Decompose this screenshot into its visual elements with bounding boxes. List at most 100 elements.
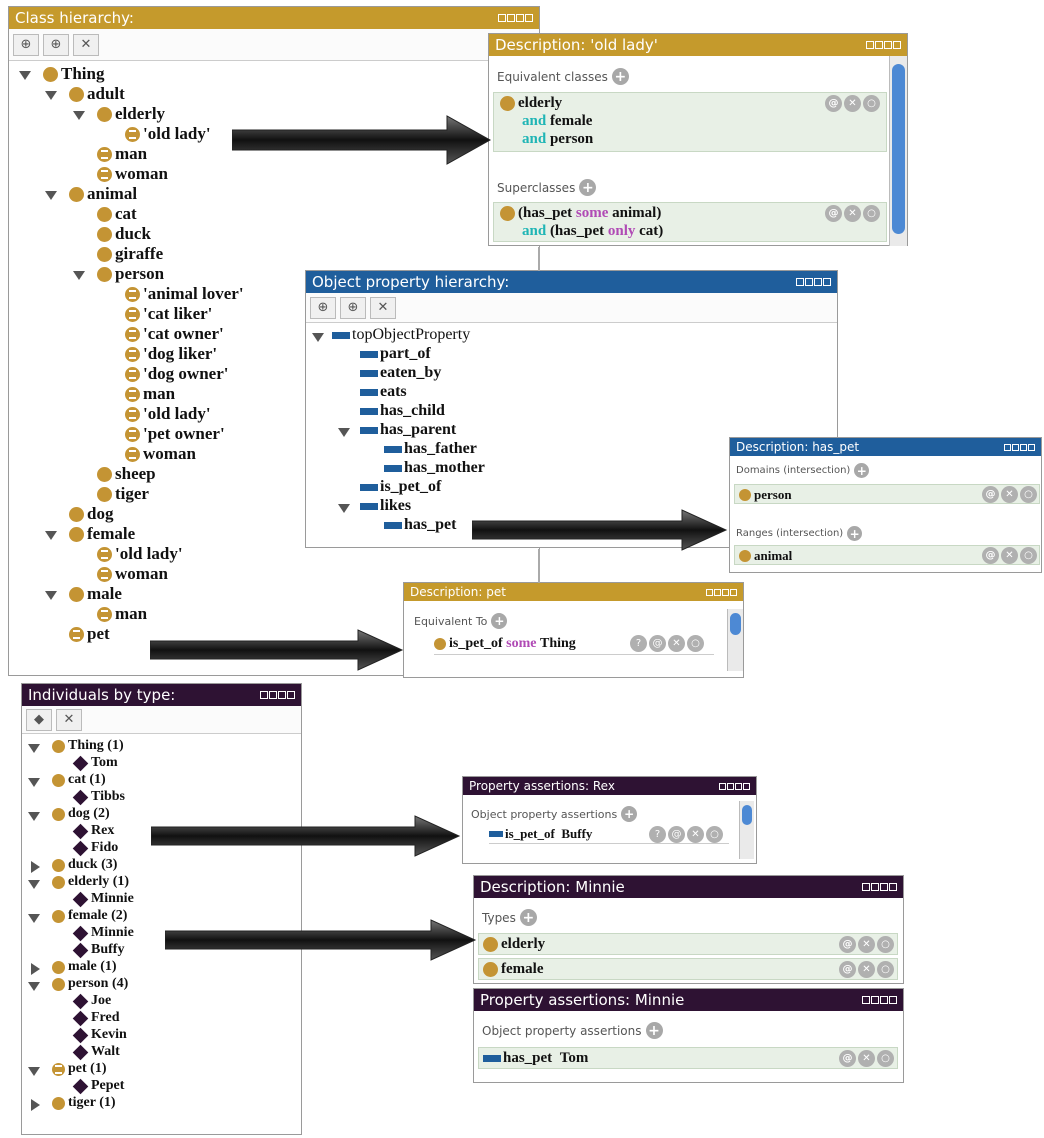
class-old-lady[interactable]: 'old lady' — [125, 124, 211, 144]
class-cat-liker[interactable]: 'cat liker' — [125, 304, 212, 324]
edit-icon[interactable]: ○ — [863, 95, 880, 112]
delete-icon[interactable]: ✕ — [844, 205, 861, 222]
edit-icon[interactable]: ○ — [877, 1050, 894, 1067]
edit-icon[interactable]: ○ — [877, 936, 894, 953]
annotate-icon[interactable]: @ — [649, 635, 666, 652]
superclass-expression[interactable]: (has_pet some animal) and (has_pet only … — [493, 202, 887, 242]
individual-tibbs[interactable]: Tibbs — [72, 789, 125, 805]
annotate-icon[interactable]: @ — [825, 95, 842, 112]
delete-icon[interactable]: ✕ — [668, 635, 685, 652]
property-eats[interactable]: eats — [360, 383, 407, 401]
edit-icon[interactable]: ○ — [687, 635, 704, 652]
add-assertion-icon[interactable]: + — [621, 806, 638, 822]
expand-triangle-icon[interactable] — [28, 744, 40, 753]
add-superclass-icon[interactable]: + — [579, 179, 597, 196]
expand-triangle-icon[interactable] — [45, 191, 57, 200]
class-woman[interactable]: woman — [97, 164, 168, 184]
annotate-icon[interactable]: @ — [839, 1050, 856, 1067]
class-man[interactable]: man — [97, 144, 147, 164]
class-pet[interactable]: pet — [69, 624, 110, 644]
collapse-triangle-icon[interactable] — [31, 861, 40, 873]
add-assertion-icon[interactable]: + — [645, 1022, 663, 1039]
class-adult[interactable]: adult — [69, 84, 125, 104]
individual-walt[interactable]: Walt — [72, 1044, 120, 1060]
property-has-parent[interactable]: has_parent — [360, 421, 456, 439]
individual-minnie[interactable]: Minnie — [72, 891, 134, 907]
property-has-pet[interactable]: has_pet — [384, 516, 456, 534]
add-subclass-icon[interactable]: ⊕ — [13, 33, 39, 56]
edit-icon[interactable]: ○ — [1020, 547, 1037, 564]
annotate-icon[interactable]: @ — [982, 547, 999, 564]
window-controls-icon[interactable] — [260, 691, 295, 699]
edit-icon[interactable]: ○ — [863, 205, 880, 222]
equivalent-class-expression[interactable]: elderly and female and person @ ✕ ○ — [493, 92, 887, 152]
annotate-icon[interactable]: @ — [668, 826, 685, 843]
edit-icon[interactable]: ○ — [877, 961, 894, 978]
add-sibling-icon[interactable]: ⊕ — [43, 33, 69, 56]
property-part-of[interactable]: part_of — [360, 345, 431, 363]
add-range-icon[interactable]: + — [847, 526, 863, 541]
type-female[interactable]: female (2) — [52, 908, 127, 924]
collapse-triangle-icon[interactable] — [31, 1099, 40, 1111]
scrollbar[interactable] — [739, 801, 754, 859]
class-dog-owner[interactable]: 'dog owner' — [125, 364, 228, 384]
window-controls-icon[interactable] — [862, 996, 897, 1004]
scroll-thumb[interactable] — [892, 64, 905, 234]
edit-icon[interactable]: ○ — [1020, 486, 1037, 503]
expand-triangle-icon[interactable] — [338, 428, 350, 437]
class-animal-lover[interactable]: 'animal lover' — [125, 284, 244, 304]
add-equivalent-icon[interactable]: + — [611, 68, 629, 85]
class-animal[interactable]: animal — [69, 184, 137, 204]
type-tiger[interactable]: tiger (1) — [52, 1095, 116, 1111]
scroll-thumb[interactable] — [742, 805, 752, 825]
class-giraffe[interactable]: giraffe — [97, 244, 163, 264]
property-is-pet-of[interactable]: is_pet_of — [360, 478, 441, 496]
individual-pepet[interactable]: Pepet — [72, 1078, 124, 1094]
type-duck[interactable]: duck (3) — [52, 857, 117, 873]
expand-triangle-icon[interactable] — [45, 91, 57, 100]
range-entry[interactable]: animal @ ✕ ○ — [734, 545, 1040, 565]
delete-icon[interactable]: ✕ — [858, 961, 875, 978]
window-controls-icon[interactable] — [796, 278, 831, 286]
assertion-entry[interactable]: has_pet Tom @ ✕ ○ — [478, 1047, 898, 1069]
window-controls-icon[interactable] — [866, 41, 901, 49]
type-elderly[interactable]: elderly (1) — [52, 874, 129, 890]
expand-triangle-icon[interactable] — [45, 591, 57, 600]
individual-minnie-2[interactable]: Minnie — [72, 925, 134, 941]
type-entry-elderly[interactable]: elderly @ ✕ ○ — [478, 933, 898, 955]
add-individual-icon[interactable]: ◆ — [26, 708, 52, 731]
class-sheep[interactable]: sheep — [97, 464, 156, 484]
window-controls-icon[interactable] — [706, 588, 737, 596]
window-controls-icon[interactable] — [498, 14, 533, 22]
explain-icon[interactable]: ? — [649, 826, 666, 843]
expand-triangle-icon[interactable] — [45, 531, 57, 540]
explain-icon[interactable]: ? — [630, 635, 647, 652]
class-duck[interactable]: duck — [97, 224, 151, 244]
type-entry-female[interactable]: female @ ✕ ○ — [478, 958, 898, 980]
class-cat[interactable]: cat — [97, 204, 137, 224]
expand-triangle-icon[interactable] — [338, 504, 350, 513]
add-sibling-property-icon[interactable]: ⊕ — [340, 296, 366, 319]
annotate-icon[interactable]: @ — [825, 205, 842, 222]
class-dog-liker[interactable]: 'dog liker' — [125, 344, 217, 364]
expand-triangle-icon[interactable] — [28, 1067, 40, 1076]
expand-triangle-icon[interactable] — [28, 982, 40, 991]
add-type-icon[interactable]: + — [519, 909, 537, 926]
expand-triangle-icon[interactable] — [28, 880, 40, 889]
annotate-icon[interactable]: @ — [839, 936, 856, 953]
individual-joe[interactable]: Joe — [72, 993, 111, 1009]
property-has-mother[interactable]: has_mother — [384, 459, 485, 477]
individual-fido[interactable]: Fido — [72, 840, 118, 856]
class-cat-owner[interactable]: 'cat owner' — [125, 324, 224, 344]
property-has-child[interactable]: has_child — [360, 402, 445, 420]
property-topobjectproperty[interactable]: topObjectProperty — [332, 326, 470, 344]
delete-class-icon[interactable]: ✕ — [73, 33, 99, 56]
delete-icon[interactable]: ✕ — [1001, 547, 1018, 564]
class-elderly[interactable]: elderly — [97, 104, 165, 124]
delete-icon[interactable]: ✕ — [844, 95, 861, 112]
annotate-icon[interactable]: @ — [982, 486, 999, 503]
expand-triangle-icon[interactable] — [28, 914, 40, 923]
type-dog[interactable]: dog (2) — [52, 806, 110, 822]
class-tiger[interactable]: tiger — [97, 484, 149, 504]
delete-icon[interactable]: ✕ — [687, 826, 704, 843]
